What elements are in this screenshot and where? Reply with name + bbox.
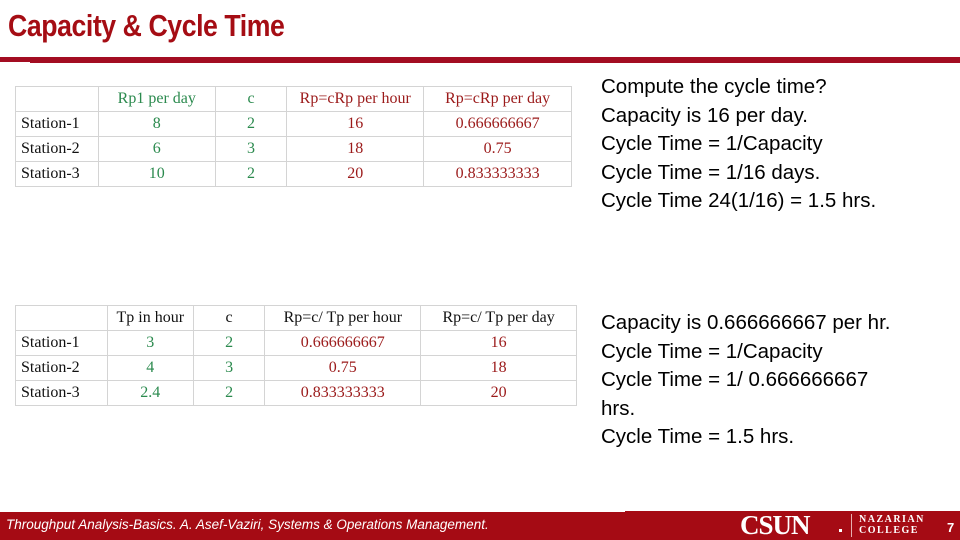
table-cell: 3 bbox=[106, 330, 194, 356]
table-cell: 0.833333333 bbox=[423, 161, 572, 187]
college-line-2: COLLEGE bbox=[859, 525, 919, 536]
cycle-time-notes-per-day: Compute the cycle time? Capacity is 16 p… bbox=[601, 73, 876, 216]
note-line: Compute the cycle time? bbox=[601, 75, 827, 98]
header-cell bbox=[15, 86, 99, 112]
table-row: Station-3 10 2 20 0.833333333 bbox=[15, 161, 572, 187]
note-line: Cycle Time = 1.5 hrs. bbox=[601, 425, 795, 448]
table-cell: 20 bbox=[420, 380, 577, 406]
table-cell: 8 bbox=[97, 111, 216, 137]
header-cell: Tp in hour bbox=[106, 305, 194, 331]
table-cell: 6 bbox=[97, 136, 216, 162]
header-cell: Rp=cRp per day bbox=[423, 86, 572, 112]
table-cell: 2 bbox=[214, 161, 288, 187]
header-cell: c bbox=[214, 86, 288, 112]
header-cell bbox=[15, 305, 108, 331]
logo-dot bbox=[839, 529, 842, 532]
note-line: Cycle Time = 1/Capacity bbox=[601, 339, 823, 363]
table-cell: 3 bbox=[214, 136, 288, 162]
csun-logo: CSUN bbox=[740, 510, 811, 540]
college-line-1: NAZARIAN bbox=[859, 514, 925, 525]
table-cell: 16 bbox=[420, 330, 577, 356]
table-cell: 0.75 bbox=[264, 355, 422, 381]
header-cell: Rp=c/ Tp per hour bbox=[264, 305, 422, 331]
row-label: Station-2 bbox=[15, 355, 108, 381]
footer-citation: Throughput Analysis-Basics. A. Asef-Vazi… bbox=[6, 517, 489, 532]
title-underline bbox=[0, 57, 960, 63]
header-cell: Rp=c/ Tp per day bbox=[420, 305, 577, 331]
table-header-row: Tp in hour c Rp=c/ Tp per hour Rp=c/ Tp … bbox=[15, 305, 577, 331]
table-row: Station-2 4 3 0.75 18 bbox=[15, 355, 577, 381]
header-cell: c bbox=[192, 305, 266, 331]
table-header-row: Rp1 per day c Rp=cRp per hour Rp=cRp per… bbox=[15, 86, 572, 112]
row-label: Station-2 bbox=[15, 136, 99, 162]
table-cell: 18 bbox=[286, 136, 425, 162]
table-cell: 10 bbox=[97, 161, 216, 187]
table-cell: 0.666666667 bbox=[264, 330, 422, 356]
note-line: Cycle Time 24(1/16) = 1.5 hrs. bbox=[601, 189, 877, 212]
table-cell: 3 bbox=[192, 355, 266, 381]
table-cell: 20 bbox=[286, 161, 425, 187]
row-label: Station-1 bbox=[15, 330, 108, 356]
capacity-table-per-hour: Tp in hour c Rp=c/ Tp per hour Rp=c/ Tp … bbox=[15, 305, 577, 406]
table-cell: 0.75 bbox=[423, 136, 572, 162]
table-cell: 2.4 bbox=[106, 380, 194, 406]
note-line: Capacity is 0.666666667 per hr. bbox=[601, 311, 891, 334]
table-cell: 2 bbox=[192, 380, 266, 406]
table-cell: 2 bbox=[192, 330, 266, 356]
table-row: Station-1 8 2 16 0.666666667 bbox=[15, 111, 572, 137]
row-label: Station-3 bbox=[15, 161, 99, 187]
table-row: Station-2 6 3 18 0.75 bbox=[15, 136, 572, 162]
row-label: Station-3 bbox=[15, 380, 108, 406]
cycle-time-notes-per-hour: Capacity is 0.666666667 per hr. Cycle Ti… bbox=[601, 309, 890, 452]
header-cell: Rp1 per day bbox=[97, 86, 216, 112]
note-line: Cycle Time = 1/16 days. bbox=[601, 160, 821, 184]
table-row: Station-1 3 2 0.666666667 16 bbox=[15, 330, 577, 356]
note-line: Cycle Time = 1/Capacity bbox=[601, 132, 823, 155]
row-label: Station-1 bbox=[15, 111, 99, 137]
table-cell: 18 bbox=[420, 355, 577, 381]
page-number: 7 bbox=[947, 520, 955, 535]
note-line: Cycle Time = 1/ 0.666666667 bbox=[601, 368, 869, 391]
header-cell: Rp=cRp per hour bbox=[286, 86, 425, 112]
table-cell: 0.833333333 bbox=[264, 380, 422, 406]
capacity-table-per-day: Rp1 per day c Rp=cRp per hour Rp=cRp per… bbox=[15, 86, 572, 187]
table-cell: 4 bbox=[106, 355, 194, 381]
table-cell: 2 bbox=[214, 111, 288, 137]
table-row: Station-3 2.4 2 0.833333333 20 bbox=[15, 380, 577, 406]
note-line: Capacity is 16 per day. bbox=[601, 103, 809, 127]
logo-divider bbox=[851, 514, 852, 537]
note-line: hrs. bbox=[601, 396, 636, 420]
table-cell: 16 bbox=[286, 111, 425, 137]
slide-title: Capacity & Cycle Time bbox=[8, 8, 285, 43]
college-name: NAZARIAN COLLEGE bbox=[859, 514, 925, 536]
table-cell: 0.666666667 bbox=[423, 111, 572, 137]
